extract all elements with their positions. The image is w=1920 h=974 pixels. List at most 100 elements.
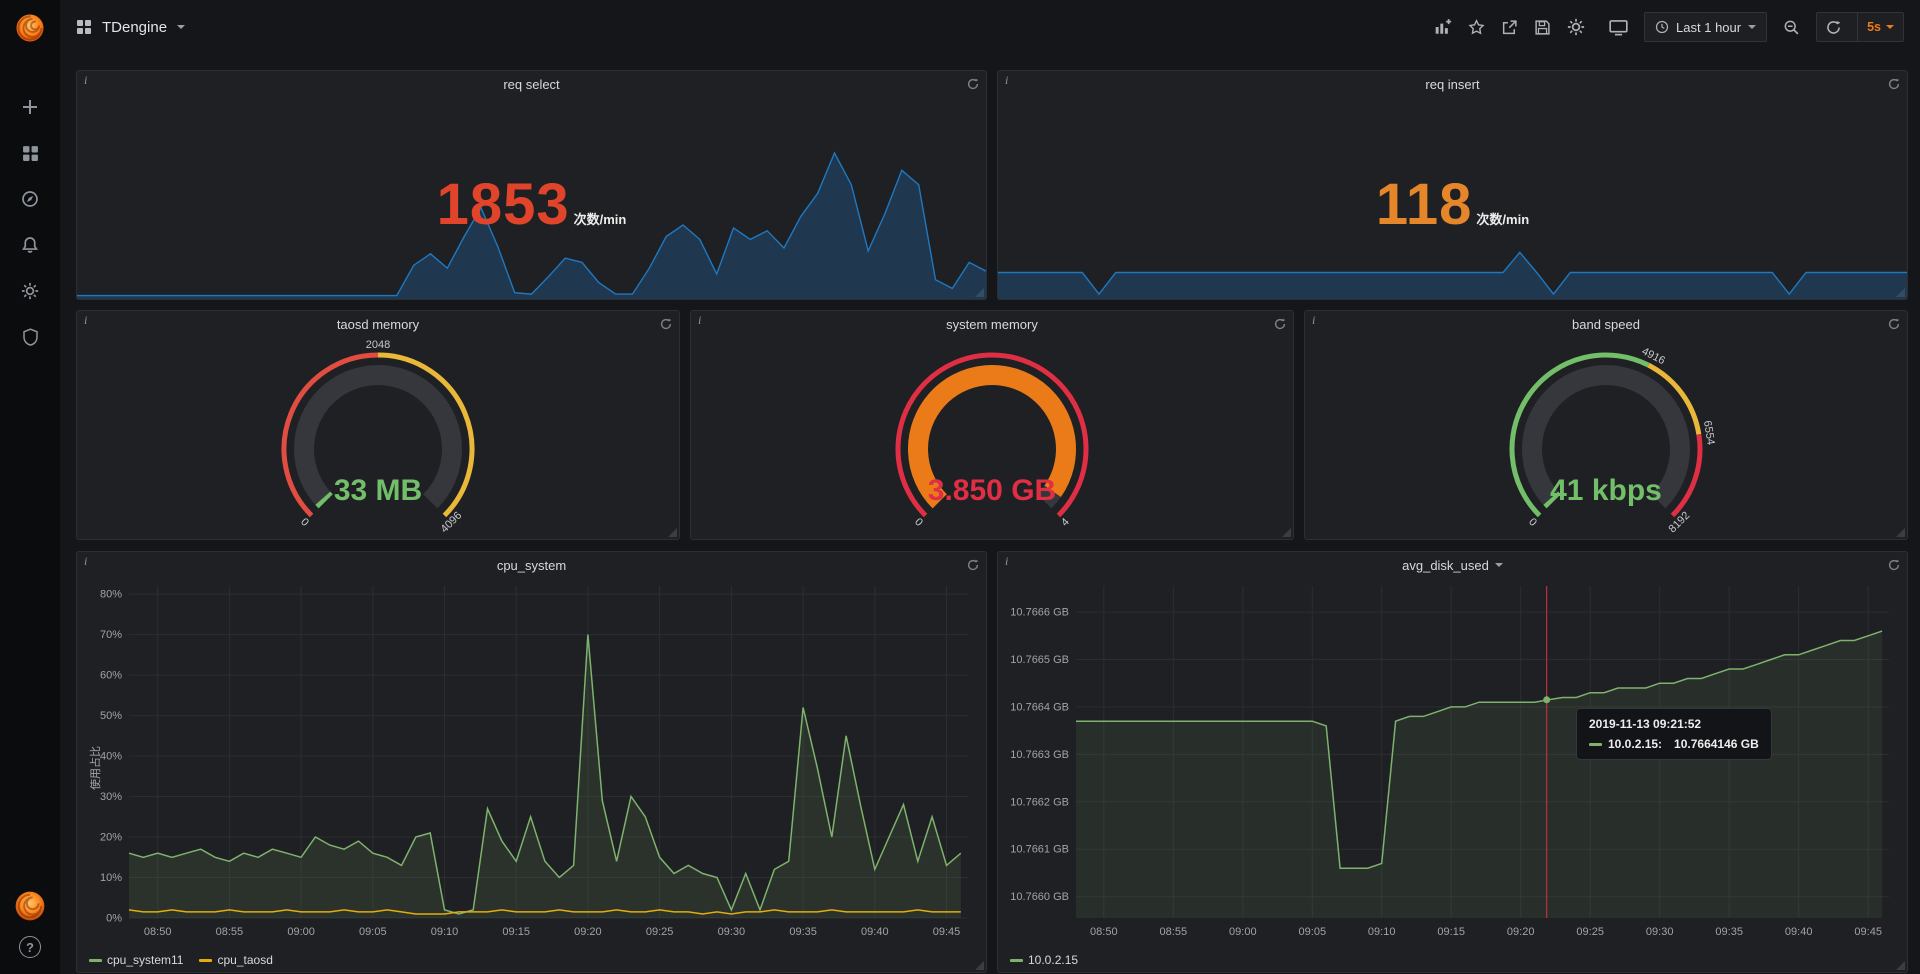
tooltip-series-value: 10.7664146 GB — [1674, 737, 1759, 751]
bell-icon — [21, 236, 39, 254]
refresh-picker: 5s — [1816, 12, 1904, 42]
grafana-logo[interactable] — [0, 0, 60, 56]
sidebar-item-create[interactable] — [0, 84, 60, 130]
legend-label: cpu_taosd — [217, 953, 272, 967]
tv-mode-icon[interactable] — [1609, 19, 1628, 36]
dashboard-grid-icon — [76, 19, 92, 35]
svg-text:09:20: 09:20 — [574, 926, 602, 938]
legend-color-swatch — [1010, 959, 1023, 962]
user-avatar[interactable] — [14, 890, 46, 922]
legend-color-swatch — [199, 959, 212, 962]
compass-icon — [21, 190, 39, 208]
panel-resize-handle[interactable] — [975, 961, 984, 970]
svg-text:50%: 50% — [100, 710, 122, 722]
svg-text:08:50: 08:50 — [1090, 926, 1118, 938]
svg-text:60%: 60% — [100, 670, 122, 682]
help-icon[interactable]: ? — [19, 936, 41, 958]
panel-resize-handle[interactable] — [1282, 528, 1291, 537]
panel-menu-caret-icon — [1495, 563, 1503, 567]
panel-system-memory: i system memory 04 3.850 GB — [690, 310, 1294, 540]
panel-info-icon[interactable]: i — [1005, 73, 1008, 88]
sidebar-item-configuration[interactable] — [0, 268, 60, 314]
stat-value: 1853 — [437, 171, 570, 238]
svg-text:09:25: 09:25 — [646, 926, 674, 938]
panel-spinner-icon — [1888, 77, 1900, 95]
panel-title[interactable]: system memory — [691, 311, 1293, 337]
time-range-label: Last 1 hour — [1676, 20, 1741, 35]
chevron-down-icon — [177, 25, 185, 29]
dashboard-settings-gear-icon[interactable] — [1567, 18, 1585, 36]
panel-title[interactable]: req select — [77, 71, 986, 97]
avg-disk-used-chart[interactable]: 08:5008:5509:0009:0509:1009:1509:2009:25… — [998, 578, 1907, 946]
legend-item-cpu-system11[interactable]: cpu_system11 — [89, 953, 183, 967]
legend-item-10-0-2-15[interactable]: 10.0.2.15 — [1010, 953, 1078, 967]
star-icon[interactable] — [1468, 19, 1485, 36]
zoom-out-icon[interactable] — [1783, 19, 1800, 36]
panel-avg-disk-used: i avg_disk_used 08:5008:5509:0009:0509:1… — [997, 551, 1908, 973]
dashboard-title: TDengine — [102, 19, 167, 36]
tooltip-timestamp: 2019-11-13 09:21:52 — [1589, 717, 1759, 731]
stat-group: 1853 次数/min — [77, 171, 986, 238]
tooltip-series-name: 10.0.2.15: — [1608, 737, 1662, 751]
svg-text:80%: 80% — [100, 589, 122, 601]
svg-text:08:55: 08:55 — [1160, 926, 1188, 938]
sidebar-item-alerting[interactable] — [0, 222, 60, 268]
svg-text:09:45: 09:45 — [1854, 926, 1882, 938]
grafana-flame-icon — [13, 11, 47, 45]
svg-text:8192: 8192 — [1667, 510, 1693, 536]
gear-icon — [21, 282, 39, 300]
sidebar-item-explore[interactable] — [0, 176, 60, 222]
svg-text:20%: 20% — [100, 832, 122, 844]
sidebar-nav — [0, 84, 60, 360]
panel-title[interactable]: taosd memory — [77, 311, 679, 337]
svg-text:09:25: 09:25 — [1576, 926, 1604, 938]
panel-resize-handle[interactable] — [668, 528, 677, 537]
refresh-interval-label: 5s — [1867, 20, 1881, 34]
clock-icon — [1655, 20, 1669, 34]
save-icon[interactable] — [1534, 19, 1551, 36]
dashboard-title-group[interactable]: TDengine — [76, 19, 185, 36]
share-icon[interactable] — [1501, 19, 1518, 36]
time-range-picker[interactable]: Last 1 hour — [1644, 12, 1767, 42]
chevron-down-icon — [1886, 25, 1894, 29]
sidebar-item-dashboards[interactable] — [0, 130, 60, 176]
panel-info-icon[interactable]: i — [84, 73, 87, 88]
panel-resize-handle[interactable] — [1896, 961, 1905, 970]
svg-text:08:50: 08:50 — [144, 926, 172, 938]
panel-info-icon[interactable]: i — [698, 313, 701, 328]
refresh-interval-dropdown[interactable]: 5s — [1857, 13, 1903, 41]
panel-info-icon[interactable]: i — [84, 313, 87, 328]
chevron-down-icon — [1748, 25, 1756, 29]
panel-title[interactable]: cpu_system — [77, 552, 986, 578]
stat-unit: 次数/min — [1476, 209, 1529, 228]
svg-text:4: 4 — [1059, 516, 1072, 529]
svg-text:0: 0 — [1526, 516, 1539, 529]
panel-title[interactable]: avg_disk_used — [998, 552, 1907, 578]
panel-info-icon[interactable]: i — [1312, 313, 1315, 328]
legend-label: cpu_system11 — [107, 953, 183, 967]
panel-title[interactable]: req insert — [998, 71, 1907, 97]
svg-text:09:20: 09:20 — [1507, 926, 1535, 938]
sidebar-item-server-admin[interactable] — [0, 314, 60, 360]
svg-text:09:30: 09:30 — [1646, 926, 1674, 938]
svg-text:2048: 2048 — [366, 339, 390, 351]
panel-title[interactable]: band speed — [1305, 311, 1907, 337]
panel-spinner-icon — [1888, 558, 1900, 576]
svg-text:09:40: 09:40 — [1785, 926, 1813, 938]
cpu-system-chart[interactable]: 08:5008:5509:0009:0509:1009:1509:2009:25… — [77, 578, 986, 946]
avatar-image — [14, 890, 46, 922]
svg-text:09:35: 09:35 — [789, 926, 817, 938]
legend-item-cpu-taosd[interactable]: cpu_taosd — [199, 953, 272, 967]
sidebar-bottom: ? — [14, 890, 46, 974]
add-panel-icon[interactable] — [1434, 18, 1452, 36]
panel-resize-handle[interactable] — [1896, 528, 1905, 537]
svg-text:09:00: 09:00 — [1229, 926, 1257, 938]
stat-group: 118 次数/min — [998, 171, 1907, 238]
panel-info-icon[interactable]: i — [84, 554, 87, 569]
plus-icon — [21, 98, 39, 116]
svg-text:08:55: 08:55 — [216, 926, 244, 938]
refresh-button[interactable] — [1817, 13, 1850, 41]
shield-icon — [22, 328, 39, 346]
svg-text:09:30: 09:30 — [718, 926, 746, 938]
panel-info-icon[interactable]: i — [1005, 554, 1008, 569]
